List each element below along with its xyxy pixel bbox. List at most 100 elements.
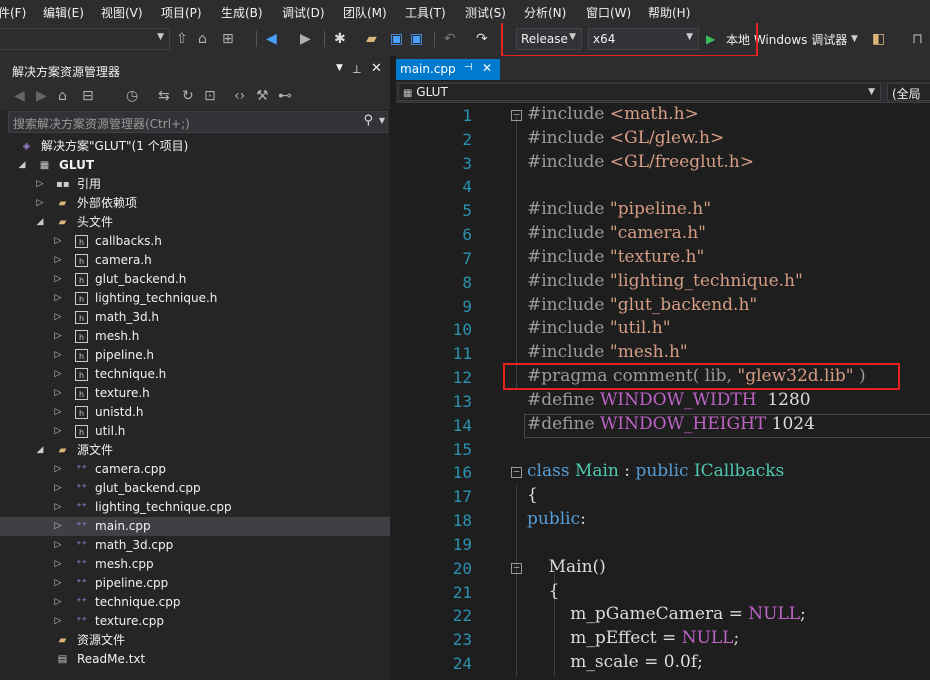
collapse-arrow-icon[interactable]: ▷ xyxy=(52,346,64,365)
project-scope-dropdown[interactable]: ▦ GLUT ▼ xyxy=(398,83,881,101)
menu-file[interactable]: 件(F) xyxy=(0,4,26,21)
pin-icon[interactable]: ⊥ xyxy=(352,63,362,76)
expand-arrow-icon[interactable]: ◢ xyxy=(16,156,28,175)
preview-icon[interactable]: ⊷ xyxy=(278,87,292,105)
toolbar-combo[interactable]: ▼ xyxy=(0,28,170,50)
tree-header-file[interactable]: ▷ h glut_backend.h xyxy=(0,270,390,289)
switch-view-icon[interactable]: ⊟ xyxy=(82,87,94,105)
pin-icon[interactable]: ⊣ xyxy=(464,62,473,73)
tree-project[interactable]: ◢ ▦ GLUT xyxy=(0,156,390,175)
refresh-icon[interactable]: ↻ xyxy=(182,87,194,105)
tree-header-file[interactable]: ▷ h util.h xyxy=(0,422,390,441)
collapse-arrow-icon[interactable]: ▷ xyxy=(52,270,64,289)
menu-build[interactable]: 生成(B) xyxy=(221,4,263,21)
tree-header-file[interactable]: ▷ h mesh.h xyxy=(0,327,390,346)
home-icon[interactable]: ⌂ xyxy=(58,87,67,105)
expand-arrow-icon[interactable]: ◢ xyxy=(34,441,46,460)
menu-project[interactable]: 项目(P) xyxy=(161,4,202,21)
menu-debug[interactable]: 调试(D) xyxy=(282,4,325,21)
collapse-arrow-icon[interactable]: ▷ xyxy=(52,593,64,612)
forward-icon[interactable]: ▶ xyxy=(300,30,311,48)
open-folder-icon[interactable]: ▰ xyxy=(366,30,377,48)
collapse-arrow-icon[interactable]: ▷ xyxy=(34,194,46,213)
collapse-arrow-icon[interactable]: ▷ xyxy=(52,460,64,479)
forward-icon[interactable]: ▶ xyxy=(36,87,47,105)
menu-team[interactable]: 团队(M) xyxy=(343,4,387,21)
chevron-down-icon[interactable]: ▼ xyxy=(851,34,858,44)
collapse-arrow-icon[interactable]: ▷ xyxy=(52,612,64,631)
chevron-down-icon[interactable]: ▼ xyxy=(868,87,875,97)
solution-search-input[interactable]: 搜索解决方案资源管理器(Ctrl+;) ⚲ ▼ xyxy=(8,111,388,133)
collapse-arrow-icon[interactable]: ▷ xyxy=(52,251,64,270)
back-icon[interactable]: ◀ xyxy=(14,87,25,105)
menu-tools[interactable]: 工具(T) xyxy=(405,4,446,21)
tree-solution[interactable]: ◈ 解决方案"GLUT"(1 个项目) xyxy=(0,137,390,156)
menu-view[interactable]: 视图(V) xyxy=(101,4,143,21)
tree-source-file[interactable]: ▷ ⁺⁺ lighting_technique.cpp xyxy=(0,498,390,517)
menu-test[interactable]: 测试(S) xyxy=(465,4,506,21)
collapse-arrow-icon[interactable]: ▷ xyxy=(52,422,64,441)
open-icon[interactable]: ⊞ xyxy=(222,30,234,48)
collapse-arrow-icon[interactable]: ▷ xyxy=(52,479,64,498)
tree-source-file[interactable]: ▷ ⁺⁺ texture.cpp xyxy=(0,612,390,631)
collapse-arrow-icon[interactable]: ▷ xyxy=(52,498,64,517)
tree-source-file[interactable]: ▷ ⁺⁺ math_3d.cpp xyxy=(0,536,390,555)
menu-edit[interactable]: 编辑(E) xyxy=(43,4,84,21)
tree-source-file-selected[interactable]: ▷ ⁺⁺ main.cpp xyxy=(0,517,390,536)
collapse-arrow-icon[interactable]: ▷ xyxy=(52,555,64,574)
code-view-icon[interactable]: ‹› xyxy=(234,87,245,105)
tree-source-file[interactable]: ▷ ⁺⁺ camera.cpp xyxy=(0,460,390,479)
expand-arrow-icon[interactable]: ◢ xyxy=(34,213,46,232)
tree-header-file[interactable]: ▷ h pipeline.h xyxy=(0,346,390,365)
history-icon[interactable]: ◷ xyxy=(126,87,138,105)
chevron-down-icon[interactable]: ▼ xyxy=(336,63,343,73)
collapse-arrow-icon[interactable]: ▷ xyxy=(52,403,64,422)
collapse-arrow-icon[interactable]: ▷ xyxy=(52,232,64,251)
new-project-icon[interactable]: ✱ xyxy=(334,30,346,48)
collapse-arrow-icon[interactable]: ▷ xyxy=(52,327,64,346)
tree-resources-folder[interactable]: ▰ 资源文件 xyxy=(0,631,390,650)
tree-external-deps[interactable]: ▷ ▰ 外部依赖项 xyxy=(0,194,390,213)
collapse-arrow-icon[interactable]: ▷ xyxy=(52,308,64,327)
chevron-down-icon[interactable]: ▼ xyxy=(379,116,385,125)
find-icon[interactable]: ◧ xyxy=(872,30,885,48)
back-icon[interactable]: ◀ xyxy=(266,30,277,48)
tree-header-file[interactable]: ▷ h texture.h xyxy=(0,384,390,403)
close-icon[interactable]: ✕ xyxy=(482,61,492,75)
tree-source-file[interactable]: ▷ ⁺⁺ pipeline.cpp xyxy=(0,574,390,593)
tree-header-file[interactable]: ▷ h camera.h xyxy=(0,251,390,270)
tree-header-file[interactable]: ▷ h unistd.h xyxy=(0,403,390,422)
collapse-arrow-icon[interactable]: ▷ xyxy=(52,289,64,308)
tab-main-cpp[interactable]: main.cpp ⊣ ✕ xyxy=(396,59,500,80)
collapse-arrow-icon[interactable]: ▷ xyxy=(52,536,64,555)
tree-header-file[interactable]: ▷ h math_3d.h xyxy=(0,308,390,327)
tree-header-file[interactable]: ▷ h technique.h xyxy=(0,365,390,384)
redo-icon[interactable]: ↷ xyxy=(476,30,488,48)
collapse-arrow-icon[interactable]: ▷ xyxy=(34,175,46,194)
search-icon[interactable]: ⚲ xyxy=(363,113,373,128)
tree-source-file[interactable]: ▷ ⁺⁺ technique.cpp xyxy=(0,593,390,612)
add-item-icon[interactable]: ⌂ xyxy=(198,30,207,48)
collapse-arrow-icon[interactable]: ▷ xyxy=(52,574,64,593)
collapse-arrow-icon[interactable]: ▷ xyxy=(52,365,64,384)
undo-icon[interactable]: ↶ xyxy=(444,30,456,48)
fold-toggle-icon[interactable]: − xyxy=(511,466,522,479)
menu-analyze[interactable]: 分析(N) xyxy=(524,4,566,21)
collapse-arrow-icon[interactable]: ▷ xyxy=(52,517,64,536)
new-item-icon[interactable]: ⇧ xyxy=(176,30,188,48)
close-icon[interactable]: ✕ xyxy=(371,61,382,76)
overflow-icon[interactable]: ⊓ xyxy=(912,30,923,48)
global-scope-dropdown[interactable]: (全局 xyxy=(887,83,930,101)
tree-references[interactable]: ▷ ▪▪ 引用 xyxy=(0,175,390,194)
menu-window[interactable]: 窗口(W) xyxy=(586,4,631,21)
collapse-all-icon[interactable]: ⊡ xyxy=(204,87,216,105)
menu-help[interactable]: 帮助(H) xyxy=(648,4,690,21)
tree-headers-folder[interactable]: ◢ ▰ 头文件 xyxy=(0,213,390,232)
tree-readme[interactable]: ▤ ReadMe.txt xyxy=(0,650,390,669)
properties-icon[interactable]: ⚒ xyxy=(256,87,269,105)
save-icon[interactable]: ▣ xyxy=(390,30,403,48)
save-all-icon[interactable]: ▣ xyxy=(410,30,423,48)
tree-source-file[interactable]: ▷ ⁺⁺ glut_backend.cpp xyxy=(0,479,390,498)
sync-icon[interactable]: ⇆ xyxy=(158,87,170,105)
tree-header-file[interactable]: ▷ h callbacks.h xyxy=(0,232,390,251)
